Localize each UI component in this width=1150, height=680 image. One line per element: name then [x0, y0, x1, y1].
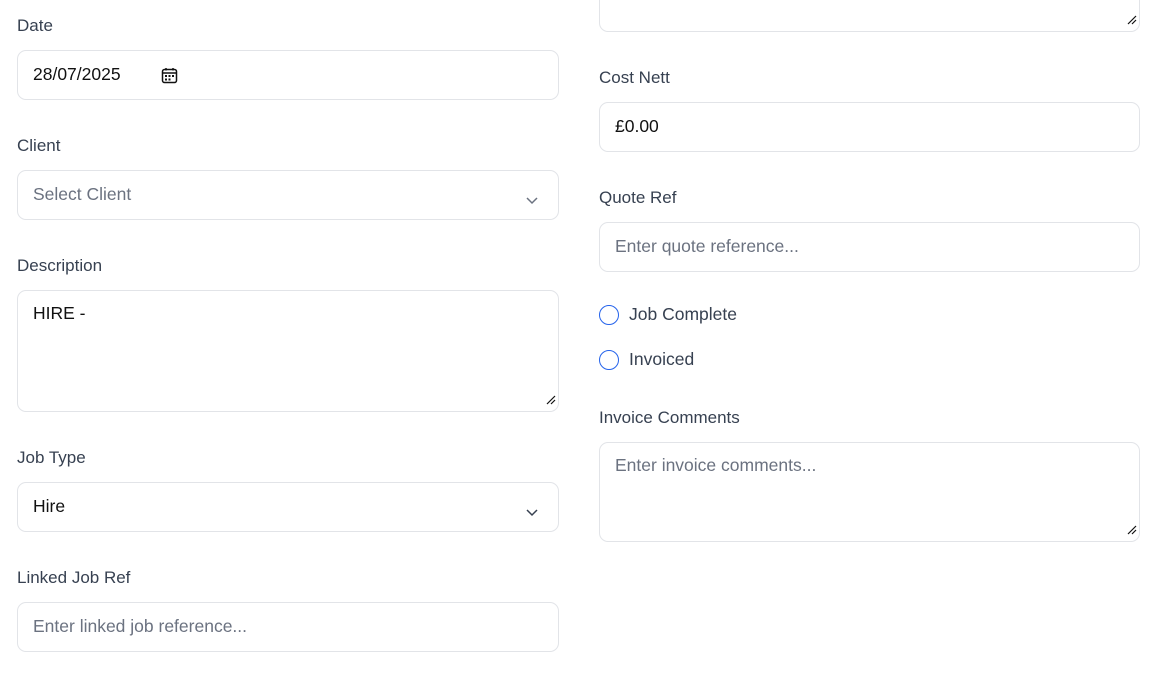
job-type-value: Hire — [33, 496, 66, 516]
client-label: Client — [17, 136, 61, 155]
invoiced-radio[interactable] — [599, 350, 619, 370]
quote-ref-input[interactable]: Enter quote reference... — [599, 222, 1140, 272]
quote-ref-label: Quote Ref — [599, 188, 677, 207]
quote-ref-placeholder: Enter quote reference... — [615, 236, 799, 256]
invoice-comments-textarea[interactable]: Enter invoice comments... — [599, 442, 1140, 542]
invoiced-label[interactable]: Invoiced — [629, 349, 694, 369]
linked-job-ref-label: Linked Job Ref — [17, 568, 131, 587]
resize-grip-icon[interactable] — [1127, 519, 1137, 539]
linked-job-ref-input[interactable]: Enter linked job reference... — [17, 602, 559, 652]
date-input[interactable]: 28/07/2025 — [17, 50, 559, 100]
invoice-comments-label: Invoice Comments — [599, 408, 740, 427]
job-complete-radio[interactable] — [599, 305, 619, 325]
description-value: HIRE - — [33, 303, 86, 323]
description-label: Description — [17, 256, 103, 275]
notes-textarea[interactable] — [599, 0, 1140, 32]
chevron-down-icon — [525, 190, 539, 210]
calendar-icon[interactable] — [161, 67, 178, 88]
job-type-select[interactable]: Hire — [17, 482, 559, 532]
linked-job-ref-placeholder: Enter linked job reference... — [33, 616, 248, 636]
resize-grip-icon[interactable] — [546, 389, 556, 409]
cost-nett-label: Cost Nett — [599, 68, 670, 87]
resize-grip-icon[interactable] — [1127, 9, 1137, 29]
cost-nett-value: £0.00 — [615, 116, 659, 136]
job-complete-label[interactable]: Job Complete — [629, 304, 737, 324]
invoice-comments-placeholder: Enter invoice comments... — [615, 455, 817, 475]
client-select[interactable]: Select Client — [17, 170, 559, 220]
chevron-down-icon — [525, 502, 539, 522]
date-label: Date — [17, 16, 53, 35]
job-type-label: Job Type — [17, 448, 86, 467]
client-placeholder: Select Client — [33, 184, 132, 204]
cost-nett-input[interactable]: £0.00 — [599, 102, 1140, 152]
date-value: 28/07/2025 — [33, 64, 121, 84]
description-textarea[interactable]: HIRE - — [17, 290, 559, 412]
